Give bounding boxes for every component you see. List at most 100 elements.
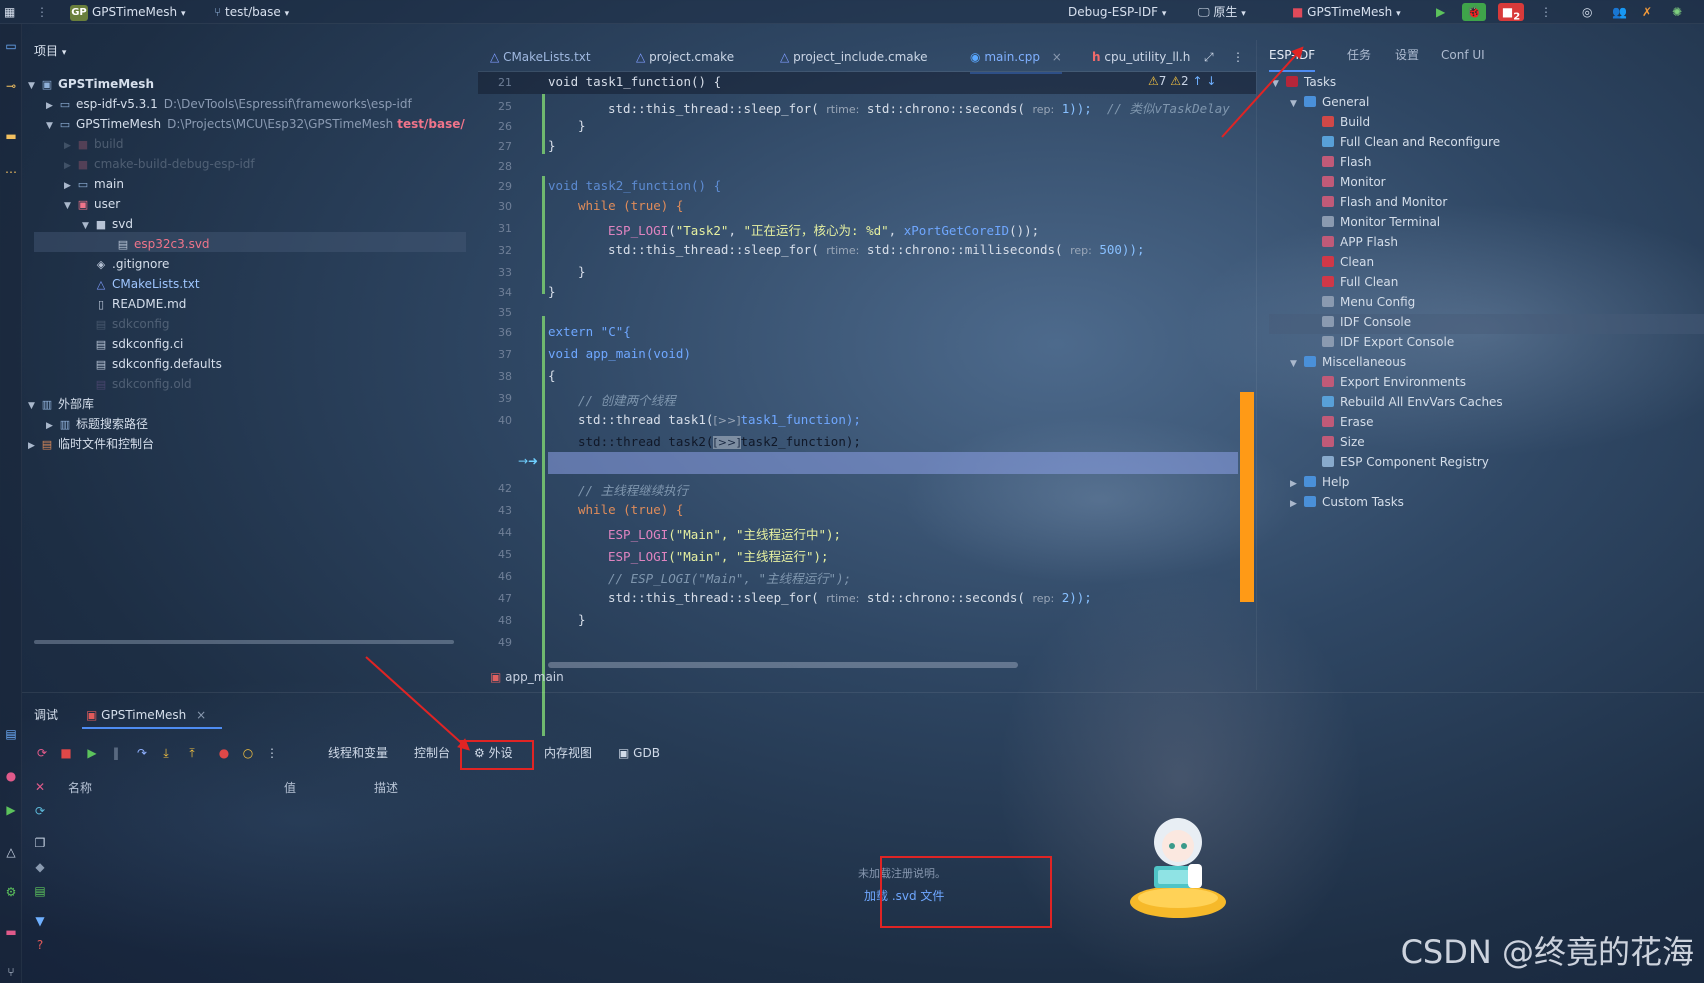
- more-tools-icon[interactable]: ⋯: [3, 164, 19, 180]
- tree-item-svd-file[interactable]: ▤ esp32c3.svd: [116, 234, 210, 254]
- settings-icon[interactable]: ⚙: [3, 884, 19, 900]
- run-tool-icon[interactable]: ▶: [3, 802, 19, 818]
- tab-debug[interactable]: 调试: [34, 705, 58, 725]
- task-item[interactable]: ▼ Miscellaneous: [1290, 352, 1406, 372]
- tab-project-cmake[interactable]: △ project.cmake: [636, 46, 734, 68]
- chevron-down-icon[interactable]: ▼: [1290, 94, 1304, 114]
- ai-assistant-icon[interactable]: ◎: [1582, 3, 1592, 21]
- inspection-widget[interactable]: ⚠7 ⚠2 ↑ ↓: [1148, 74, 1216, 88]
- tab-threads-variables[interactable]: 线程和变量: [328, 743, 388, 763]
- tree-item-scratches[interactable]: ▶ ▤ 临时文件和控制台: [28, 434, 154, 454]
- tab-conf-ui[interactable]: Conf UI: [1441, 44, 1485, 66]
- task-item[interactable]: Full Clean and Reconfigure: [1308, 132, 1500, 152]
- task-item[interactable]: IDF Export Console: [1308, 332, 1454, 352]
- tree-item-svd[interactable]: ▼ ■ svd: [82, 214, 133, 234]
- more-icon[interactable]: ⋮: [264, 745, 280, 761]
- user-icon[interactable]: 👥: [1612, 3, 1627, 21]
- run-config-select[interactable]: Debug-ESP-IDF ▾: [1068, 3, 1166, 21]
- project-panel-header[interactable]: 项目 ▾: [34, 40, 66, 62]
- tree-item-sdkconfig-defaults[interactable]: ▤ sdkconfig.defaults: [82, 354, 222, 374]
- help-icon[interactable]: ?: [32, 937, 48, 953]
- tab-gdb[interactable]: ▣ GDB: [618, 743, 660, 763]
- tree-item-external-libs[interactable]: ▼ ▥ 外部库: [28, 394, 94, 414]
- resume-icon[interactable]: ▶: [84, 745, 100, 761]
- breadcrumb[interactable]: ▣ app_main: [490, 670, 564, 684]
- tree-item-sdkconfig[interactable]: ▤ sdkconfig: [82, 314, 170, 334]
- step-out-icon[interactable]: ⤒: [184, 745, 200, 761]
- tab-project-include-cmake[interactable]: △ project_include.cmake: [780, 46, 928, 68]
- tree-item-cmakelists[interactable]: △ CMakeLists.txt: [82, 274, 200, 294]
- rerun-icon[interactable]: ⟳: [34, 745, 50, 761]
- tree-item-user[interactable]: ▼ ▣ user: [64, 194, 120, 214]
- tree-item-build[interactable]: ▶ ■ build: [64, 134, 124, 154]
- task-item[interactable]: APP Flash: [1308, 232, 1398, 252]
- mute-breakpoints-icon[interactable]: ○: [240, 745, 256, 761]
- tree-item-sdkconfig-ci[interactable]: ▤ sdkconfig.ci: [82, 334, 184, 354]
- task-item[interactable]: ▶ Help: [1290, 472, 1349, 492]
- task-item[interactable]: Flash and Monitor: [1308, 192, 1447, 212]
- tab-settings[interactable]: 设置: [1395, 44, 1419, 66]
- task-item[interactable]: Monitor: [1308, 172, 1386, 192]
- task-item[interactable]: Size: [1308, 432, 1365, 452]
- tree-item-header-paths[interactable]: ▶ ▥ 标题搜索路径: [46, 414, 148, 434]
- device-select[interactable]: 🖵 原生 ▾: [1198, 3, 1246, 21]
- project-view-icon[interactable]: ▭: [3, 38, 19, 54]
- horizontal-scrollbar[interactable]: [34, 640, 454, 644]
- project-switcher[interactable]: GP GPSTimeMesh ▾: [70, 3, 185, 21]
- structure-icon[interactable]: ▬: [3, 128, 19, 144]
- tab-console[interactable]: 控制台: [414, 743, 450, 763]
- tree-item-sdkconfig-old[interactable]: ▤ sdkconfig.old: [82, 374, 192, 394]
- horizontal-scrollbar[interactable]: [548, 662, 1018, 668]
- tab-tasks[interactable]: 任务: [1347, 44, 1371, 66]
- tab-cmakelists[interactable]: △ CMakeLists.txt: [490, 46, 591, 68]
- plugin-icon[interactable]: ✺: [1672, 3, 1682, 21]
- tools-icon[interactable]: ✗: [1642, 3, 1652, 21]
- code-editor[interactable]: ⚠7 ⚠2 ↑ ↓ →➜ 21 25 26 27 28 29 30 31 32 …: [478, 72, 1256, 736]
- arrow-up-icon[interactable]: ↑: [1192, 74, 1202, 88]
- stop-button[interactable]: ■2: [1498, 3, 1524, 22]
- chevron-right-icon[interactable]: ▶: [1290, 474, 1304, 494]
- copy-icon[interactable]: ❐: [32, 835, 48, 851]
- debug-tool-icon[interactable]: ●: [3, 768, 19, 784]
- export-icon[interactable]: ▤: [32, 883, 48, 899]
- filter-icon[interactable]: ▼: [32, 913, 48, 929]
- scrollbar-thumb[interactable]: [1240, 392, 1254, 602]
- task-item[interactable]: Monitor Terminal: [1308, 212, 1440, 232]
- terminal-icon[interactable]: ▬: [3, 924, 19, 940]
- chevron-down-icon[interactable]: ▼: [1290, 354, 1304, 374]
- more-actions-icon[interactable]: ⋮: [1540, 3, 1552, 21]
- pause-icon[interactable]: ‖: [108, 745, 124, 761]
- more-icon[interactable]: ⋮: [36, 3, 48, 21]
- task-item[interactable]: ESP Component Registry: [1308, 452, 1489, 472]
- cmake-icon[interactable]: △: [3, 844, 19, 860]
- debug-icon[interactable]: 🐞: [1462, 3, 1486, 21]
- step-over-icon[interactable]: ↷: [134, 745, 150, 761]
- task-item[interactable]: Build: [1308, 112, 1370, 132]
- tab-debug-session[interactable]: ▣ GPSTimeMesh ×: [86, 705, 206, 725]
- task-item[interactable]: ▼ Tasks: [1272, 72, 1336, 92]
- task-item[interactable]: IDF Console: [1308, 312, 1411, 332]
- tree-item-root[interactable]: ▼ ▣ GPSTimeMesh: [28, 74, 154, 94]
- app-menu-icon[interactable]: ▦: [4, 3, 15, 21]
- task-item[interactable]: Rebuild All EnvVars Caches: [1308, 392, 1503, 412]
- breakpoints-icon[interactable]: ●: [216, 745, 232, 761]
- task-item[interactable]: Erase: [1308, 412, 1374, 432]
- close-icon[interactable]: ×: [1052, 50, 1062, 64]
- commit-icon[interactable]: ⊸: [3, 78, 19, 94]
- git-icon[interactable]: ⑂: [3, 964, 19, 980]
- refresh-icon[interactable]: ⟳: [32, 803, 48, 819]
- step-into-icon[interactable]: ⤓: [158, 745, 174, 761]
- tree-item-project[interactable]: ▼ ▭ GPSTimeMesh D:\Projects\MCU\Esp32\GPSTi…: [46, 114, 465, 134]
- tree-item-gitignore[interactable]: ◈ .gitignore: [82, 254, 170, 274]
- expand-icon[interactable]: ⤢: [1204, 46, 1214, 68]
- tree-item-readme[interactable]: ▯ README.md: [82, 294, 186, 314]
- arrow-down-icon[interactable]: ↓: [1206, 74, 1216, 88]
- close-icon[interactable]: ×: [196, 708, 206, 722]
- tree-item-main[interactable]: ▶ ▭ main: [64, 174, 124, 194]
- task-item[interactable]: Clean: [1308, 252, 1374, 272]
- column-name[interactable]: 名称: [68, 779, 92, 796]
- branch-switcher[interactable]: ⑂ test/base ▾: [214, 3, 289, 21]
- task-item[interactable]: Menu Config: [1308, 292, 1415, 312]
- tree-item-esp-idf[interactable]: ▶ ▭ esp-idf-v5.3.1 D:\DevTools\Espressif\fr…: [46, 94, 412, 114]
- task-item[interactable]: ▶ Custom Tasks: [1290, 492, 1404, 512]
